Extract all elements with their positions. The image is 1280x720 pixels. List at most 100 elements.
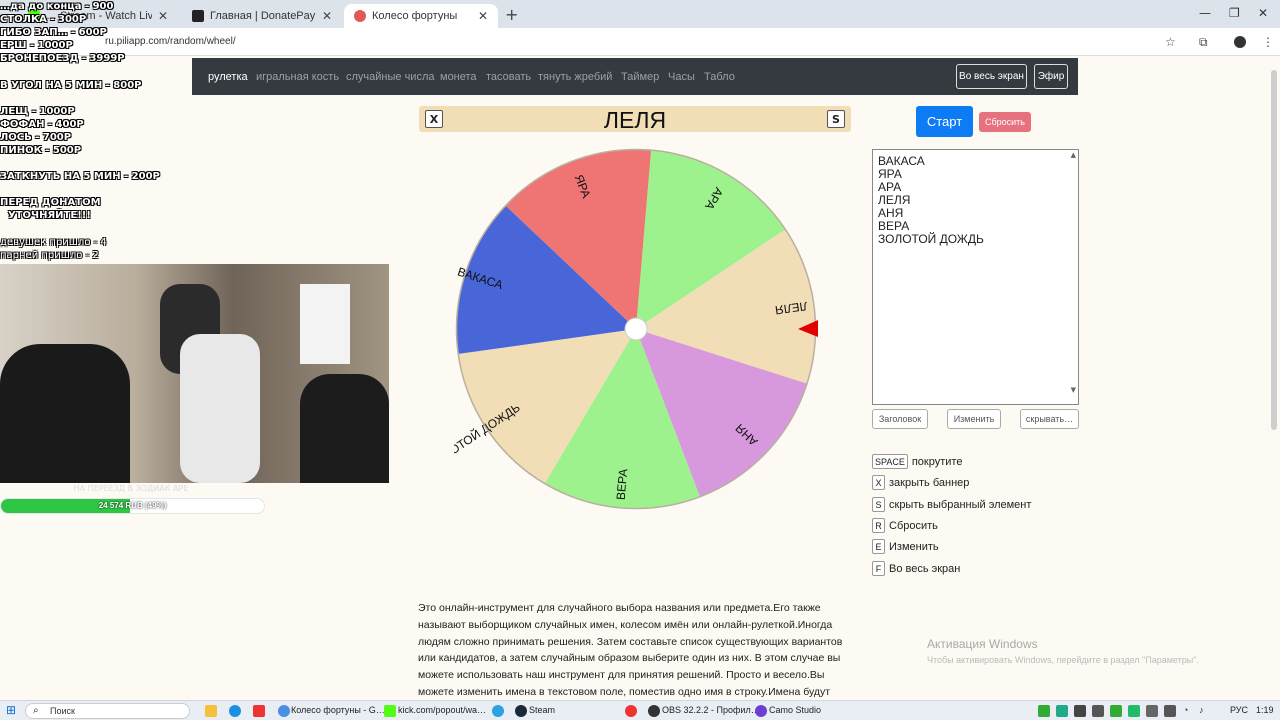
name-line: ВАКАСА xyxy=(878,154,925,168)
new-tab-button[interactable]: + xyxy=(505,5,518,24)
bookmark-star-icon[interactable]: ☆ xyxy=(1165,35,1176,49)
taskbar-app-obs[interactable]: OBS 32.2.2 - Профил… xyxy=(662,705,760,715)
restore-icon[interactable]: ❐ xyxy=(1229,6,1240,20)
nav-dice[interactable]: игральная кость xyxy=(256,71,339,83)
steam-icon[interactable] xyxy=(515,705,527,717)
close-tab-icon[interactable]: ✕ xyxy=(158,9,168,23)
name-line: ЛЕЛЯ xyxy=(878,193,911,207)
nav-coin[interactable]: монета xyxy=(440,71,477,83)
overlay-line: В УГОЛ НА 5 МИН - 800Р xyxy=(0,80,142,91)
taskbar-search[interactable]: ⌕ Поиск xyxy=(25,703,190,719)
nav-timer[interactable]: Таймер xyxy=(621,71,659,83)
webcam-video xyxy=(0,264,389,483)
title-button[interactable]: Заголовок xyxy=(872,409,928,429)
reset-button[interactable]: Сбросить xyxy=(979,112,1031,132)
wheel-segment-label: ВЕРА xyxy=(614,468,631,500)
volume-icon[interactable]: ♪ xyxy=(1199,705,1204,715)
start-button[interactable]: Старт xyxy=(916,106,973,137)
overlay-line: ЗАТКНУТЬ НА 5 МИН - 200Р xyxy=(0,171,160,182)
winner-name: ЛЕЛЯ xyxy=(603,107,667,133)
scroll-down-icon[interactable]: ▼ xyxy=(1071,386,1076,394)
tray-app-icon[interactable] xyxy=(1110,705,1122,717)
fortune-wheel[interactable]: ЛЕЛЯАНЯВЕРАЗОЛОТОЙ ДОЖДЬВАКАСАЯРА АРА xyxy=(454,147,818,511)
tray-app-icon[interactable] xyxy=(1146,705,1158,717)
hide-button[interactable]: скрывать… xyxy=(1020,409,1079,429)
donatepay-favicon-icon xyxy=(192,10,204,22)
file-explorer-icon[interactable] xyxy=(205,705,217,717)
overlay-line: ГИБО ЗАП… - 600Р xyxy=(0,27,107,38)
url-field[interactable]: ru.piliapp.com/random/wheel/ xyxy=(105,36,236,47)
edge-icon[interactable] xyxy=(229,705,241,717)
key-cap: E xyxy=(872,539,885,554)
overlay-line: СТОЛКА - 300Р xyxy=(0,14,87,25)
extensions-icon[interactable]: ⧉ xyxy=(1199,35,1208,50)
webcam-person xyxy=(300,374,389,483)
windows-start-icon[interactable]: ⊞ xyxy=(6,703,16,717)
nav-draw-lots[interactable]: тянуть жребий xyxy=(538,71,612,83)
hotkey-label: Сбросить xyxy=(889,519,938,532)
taskbar-app-steam[interactable]: Steam xyxy=(529,705,555,715)
webcam-person xyxy=(0,344,130,483)
tray-app-icon[interactable] xyxy=(1128,705,1140,717)
obs-icon[interactable] xyxy=(648,705,660,717)
page-scrollbar[interactable] xyxy=(1271,70,1277,430)
hotkey-e: E Изменить xyxy=(872,539,939,554)
menu-kebab-icon[interactable]: ⋮ xyxy=(1262,35,1274,49)
nav-random-numbers[interactable]: случайные числа xyxy=(346,71,434,83)
browser-tab-donatepay[interactable]: Главная | DonatePay ✕ xyxy=(182,4,342,28)
tray-app-icon[interactable] xyxy=(1164,705,1176,717)
scroll-up-icon[interactable]: ▲ xyxy=(1071,151,1076,159)
profile-avatar-icon[interactable] xyxy=(1234,36,1246,48)
tray-app-icon[interactable] xyxy=(1056,705,1068,717)
fullscreen-button[interactable]: Во весь экран xyxy=(956,64,1027,89)
browser-tab-wheel[interactable]: Колесо фортуны ✕ xyxy=(344,4,498,28)
names-textarea[interactable]: ВАКАСА ЯРА АРА ЛЕЛЯ АНЯ ВЕРА ЗОЛОТОЙ ДОЖ… xyxy=(872,149,1079,405)
hotkey-space: SPACE покрутите xyxy=(872,454,962,469)
key-cap: R xyxy=(872,518,885,533)
yandex-icon[interactable] xyxy=(253,705,265,717)
overlay-line: ПЕРЕД ДОНАТОМ xyxy=(0,197,101,208)
overlay-line: ЛЕЩ - 1000Р xyxy=(0,106,75,117)
nav-scoreboard[interactable]: Табло xyxy=(704,71,735,83)
camo-icon[interactable] xyxy=(755,705,767,717)
overlay-line: УТОЧНЯЙТЕ!!! xyxy=(8,210,91,221)
hotkey-x: Xзакрыть баннер xyxy=(872,475,969,490)
overlay-line: БРОНЕПОЕЗД - 3999Р xyxy=(0,53,125,64)
taskbar-app-kick[interactable]: kick.com/popout/wa… xyxy=(398,705,486,715)
hotkey-label: покрутите xyxy=(911,455,963,468)
edit-button[interactable]: Изменить xyxy=(947,409,1001,429)
tray-app-icon[interactable] xyxy=(1092,705,1104,717)
close-window-icon[interactable]: ✕ xyxy=(1258,6,1268,20)
network-icon[interactable]: ◔ xyxy=(1183,705,1188,715)
telegram-icon[interactable] xyxy=(492,705,504,717)
overlay-line: ПИНОК - 500Р xyxy=(0,145,82,156)
wheel-favicon-icon xyxy=(354,10,366,22)
goal-caption: НА ПЕРЕЕЗД В ЗОДИАК АРЕ xyxy=(73,484,189,493)
live-button[interactable]: Эфир xyxy=(1034,64,1068,89)
close-tab-icon[interactable]: ✕ xyxy=(322,9,332,23)
description-text: Это онлайн-инструмент для случайного выб… xyxy=(418,602,843,698)
language-indicator[interactable]: РУС xyxy=(1230,705,1248,715)
nav-shuffle[interactable]: тасовать xyxy=(486,71,531,83)
site-navbar: рулетка игральная кость случайные числа … xyxy=(192,58,1078,95)
minimize-icon[interactable]: — xyxy=(1199,6,1211,20)
taskbar-app-chrome[interactable]: Колесо фортуны - G… xyxy=(291,705,385,715)
search-icon: ⌕ xyxy=(33,705,39,716)
yandex-browser-icon[interactable] xyxy=(625,705,637,717)
kick-icon[interactable] xyxy=(384,705,396,717)
hide-item-button[interactable]: S xyxy=(827,110,845,128)
activation-title: Активация Windows xyxy=(927,637,1038,651)
close-tab-icon[interactable]: ✕ xyxy=(478,9,488,23)
chrome-icon[interactable] xyxy=(278,705,290,717)
clock[interactable]: 1:19 xyxy=(1256,705,1274,715)
hotkey-s: Sскрыть выбранный элемент xyxy=(872,497,1031,512)
nav-roulette[interactable]: рулетка xyxy=(208,71,248,83)
search-placeholder: Поиск xyxy=(50,706,75,716)
taskbar-app-camo[interactable]: Camo Studio xyxy=(769,705,821,715)
donation-goal-bar: 24 574 RUB (49%) xyxy=(0,498,265,514)
webcam-person xyxy=(180,334,260,483)
tray-app-icon[interactable] xyxy=(1074,705,1086,717)
tray-app-icon[interactable] xyxy=(1038,705,1050,717)
winner-banner: X ЛЕЛЯ S xyxy=(419,106,851,133)
nav-clock[interactable]: Часы xyxy=(668,71,695,83)
